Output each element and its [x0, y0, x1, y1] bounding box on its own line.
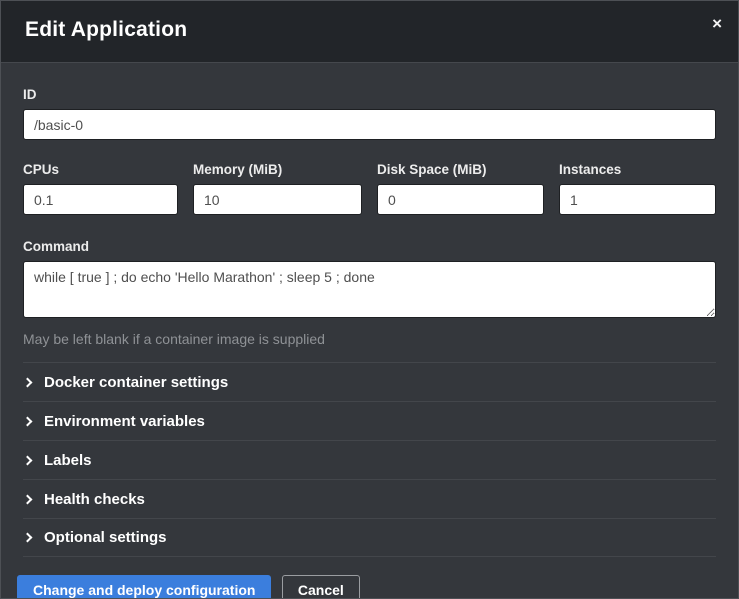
instances-input[interactable]	[559, 184, 716, 215]
field-memory: Memory (MiB)	[193, 162, 362, 215]
section-label: Health checks	[44, 491, 145, 508]
disk-space-label: Disk Space (MiB)	[377, 162, 544, 177]
command-help-text: May be left blank if a container image i…	[23, 331, 716, 347]
cpus-label: CPUs	[23, 162, 178, 177]
close-icon[interactable]: ×	[712, 15, 722, 32]
id-label: ID	[23, 87, 716, 102]
section-health-checks[interactable]: Health checks	[23, 479, 716, 518]
section-environment-variables[interactable]: Environment variables	[23, 401, 716, 440]
command-input[interactable]: while [ true ] ; do echo 'Hello Marathon…	[23, 261, 716, 318]
field-id: ID	[23, 87, 716, 140]
section-label: Docker container settings	[44, 374, 228, 391]
chevron-right-icon	[23, 416, 33, 426]
section-docker-container-settings[interactable]: Docker container settings	[23, 362, 716, 401]
field-cpus: CPUs	[23, 162, 178, 215]
section-label: Environment variables	[44, 413, 205, 430]
dialog-footer: Change and deploy configuration Cancel	[1, 557, 738, 599]
section-optional-settings[interactable]: Optional settings	[23, 518, 716, 557]
section-label: Labels	[44, 452, 92, 469]
collapsible-sections: Docker container settings Environment va…	[23, 362, 716, 557]
chevron-right-icon	[23, 494, 33, 504]
section-labels[interactable]: Labels	[23, 440, 716, 479]
chevron-right-icon	[23, 377, 33, 387]
memory-label: Memory (MiB)	[193, 162, 362, 177]
dialog-body: ID CPUs Memory (MiB) Disk Space (MiB) In…	[1, 87, 738, 557]
field-disk-space: Disk Space (MiB)	[377, 162, 544, 215]
dialog-title: Edit Application	[25, 18, 714, 42]
memory-input[interactable]	[193, 184, 362, 215]
change-and-deploy-button[interactable]: Change and deploy configuration	[17, 575, 271, 599]
chevron-right-icon	[23, 455, 33, 465]
disk-space-input[interactable]	[377, 184, 544, 215]
dialog-header: Edit Application ×	[1, 1, 738, 63]
id-input[interactable]	[23, 109, 716, 140]
edit-application-dialog: Edit Application × ID CPUs Memory (MiB) …	[0, 0, 739, 599]
field-command: Command while [ true ] ; do echo 'Hello …	[23, 239, 716, 347]
section-label: Optional settings	[44, 529, 167, 546]
command-label: Command	[23, 239, 716, 254]
cancel-button[interactable]: Cancel	[282, 575, 360, 599]
resources-row: CPUs Memory (MiB) Disk Space (MiB) Insta…	[23, 162, 716, 215]
field-instances: Instances	[559, 162, 716, 215]
instances-label: Instances	[559, 162, 716, 177]
chevron-right-icon	[23, 533, 33, 543]
cpus-input[interactable]	[23, 184, 178, 215]
